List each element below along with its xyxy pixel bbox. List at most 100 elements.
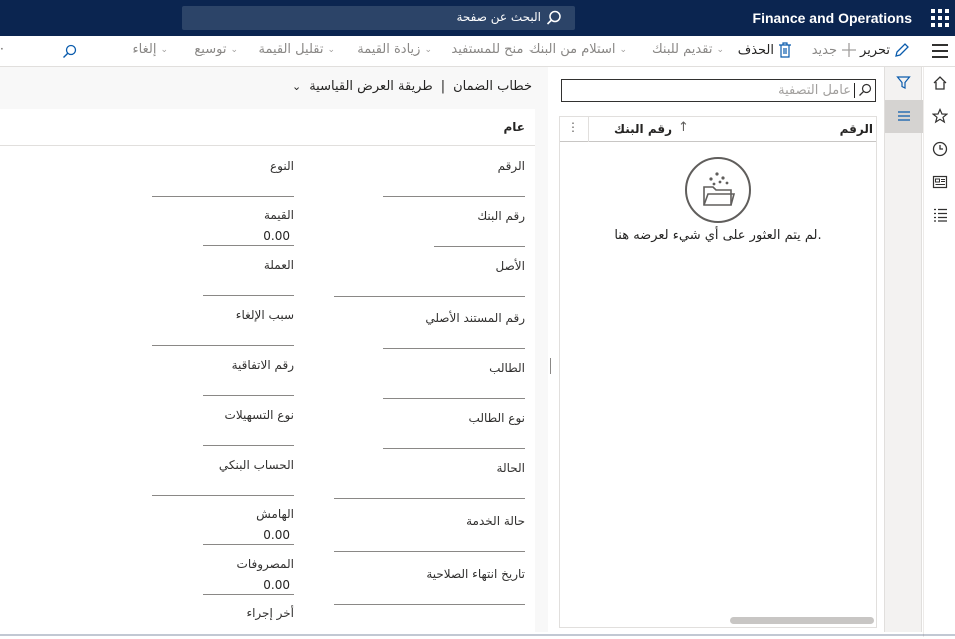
form-field: سبب الإلغاء: [152, 308, 294, 348]
grant-to-beneficiary-label: منح للمستفيد: [451, 42, 524, 57]
field-label: المصروفات: [236, 557, 294, 571]
horizontal-scrollbar[interactable]: [730, 617, 874, 624]
chevron-down-icon[interactable]: ⌄: [292, 80, 301, 93]
chevron-down-icon: ⌄: [230, 44, 238, 55]
submit-to-bank-button[interactable]: تقديم للبنك ⌄: [652, 42, 724, 57]
filter-input[interactable]: عامل التصفية: [561, 79, 876, 102]
form-field: الطالب: [383, 361, 525, 401]
new-label: جديد: [811, 42, 837, 58]
field-input[interactable]: [203, 428, 294, 446]
section-title[interactable]: عام: [504, 120, 526, 134]
text-cursor: [854, 83, 855, 98]
form-field: العملة: [203, 258, 294, 298]
modules-list-icon[interactable]: [932, 207, 948, 223]
pencil-icon: [895, 43, 909, 57]
new-button[interactable]: جديد: [812, 42, 857, 58]
field-input[interactable]: [203, 626, 294, 639]
chevron-down-icon: ⌄: [160, 44, 168, 55]
field-label: العملة: [263, 258, 294, 272]
field-input[interactable]: [334, 481, 525, 499]
list-icon: [898, 111, 910, 121]
field-label: حالة الخدمة: [466, 514, 525, 528]
field-input[interactable]: [152, 478, 294, 496]
star-icon[interactable]: [932, 108, 948, 124]
cancel-button[interactable]: إلغاء ⌄: [133, 42, 168, 57]
chevron-down-icon: ⌄: [716, 44, 724, 55]
list-pane: عامل التصفية الرقم ↑ رقم البنك ⋮ لم يتم …: [552, 67, 883, 632]
form-field: الحساب البنكي: [152, 458, 294, 498]
form-field: تاريخ انتهاء الصلاحية: [334, 567, 525, 607]
navigation-rail: [923, 67, 955, 637]
field-input[interactable]: [383, 431, 525, 449]
more-options-icon[interactable]: ·: [0, 42, 4, 56]
list-view-toggle[interactable]: [885, 100, 923, 133]
empty-state-message: لم يتم العثور على أي شيء لعرضه هنا.: [614, 228, 822, 243]
field-input[interactable]: [152, 328, 294, 346]
field-value: 0.00: [263, 229, 290, 243]
app-launcher-icon[interactable]: [931, 9, 949, 27]
field-label: رقم المستند الأصلي: [425, 311, 525, 325]
field-label: رقم الاتفاقية: [231, 358, 294, 372]
field-label: القيمة: [263, 208, 294, 222]
grant-to-beneficiary-button[interactable]: منح للمستفيد ⌄: [451, 42, 535, 57]
list-pane-toolbar: [884, 67, 923, 632]
top-navigation-bar: البحث عن صفحة Finance and Operations: [0, 0, 955, 36]
field-input[interactable]: [152, 179, 294, 197]
field-value: 0.00: [263, 578, 290, 592]
increase-value-button[interactable]: زيادة القيمة ⌄: [357, 42, 432, 57]
page-search-box[interactable]: البحث عن صفحة: [182, 6, 575, 30]
field-input[interactable]: [334, 534, 525, 552]
column-separator: [588, 117, 589, 142]
field-input[interactable]: 0.00: [203, 228, 294, 246]
form-field: المصروفات 0.00: [203, 557, 294, 597]
field-input[interactable]: [203, 278, 294, 296]
receive-from-bank-button[interactable]: استلام من البنك ⌄: [530, 42, 627, 57]
app-title[interactable]: Finance and Operations: [753, 10, 912, 26]
column-header-number[interactable]: الرقم: [840, 122, 873, 136]
field-label: نوع التسهيلات: [224, 408, 294, 422]
field-input[interactable]: [334, 279, 525, 297]
field-label: رقم البنك: [477, 209, 525, 223]
decrease-value-button[interactable]: تقليل القيمة ⌄: [258, 42, 335, 57]
extend-label: توسيع: [194, 42, 227, 57]
clock-icon[interactable]: [932, 141, 948, 157]
view-selector[interactable]: طريقة العرض القياسية: [309, 79, 433, 94]
form-field: رقم البنك: [434, 209, 525, 249]
column-header-bank-number[interactable]: رقم البنك: [614, 122, 672, 136]
edit-button[interactable]: تحرير: [860, 42, 910, 58]
grid-header: الرقم ↑ رقم البنك ⋮: [560, 117, 876, 142]
field-input[interactable]: [383, 331, 525, 349]
field-label: أخر إجراء: [246, 606, 294, 620]
field-label: الأصل: [495, 259, 525, 273]
field-input[interactable]: [383, 179, 525, 197]
general-fasttab: عام الرقم رقم البنك الأصل رقم المستند الأصل…: [0, 109, 535, 632]
page-title: خطاب الضمان: [453, 79, 532, 94]
delete-button[interactable]: الحذف: [738, 42, 792, 58]
plus-icon: [842, 43, 856, 57]
form-field: الرقم: [383, 159, 525, 199]
column-options-icon[interactable]: ⋮: [567, 120, 579, 134]
empty-folder-icon: [685, 157, 751, 223]
action-pane: تحرير جديد الحذف تقديم للبنك ⌄ استلام من…: [0, 36, 955, 67]
home-icon[interactable]: [932, 75, 948, 91]
field-input[interactable]: [383, 381, 525, 399]
filter-icon[interactable]: [896, 75, 911, 90]
search-icon[interactable]: [62, 44, 77, 59]
search-icon[interactable]: [858, 83, 872, 97]
breadcrumb-separator: |: [440, 79, 446, 94]
extend-button[interactable]: توسيع ⌄: [194, 42, 238, 57]
edit-label: تحرير: [860, 42, 890, 58]
chevron-down-icon: ⌄: [327, 44, 335, 55]
field-input[interactable]: 0.00: [203, 577, 294, 595]
sort-ascending-icon[interactable]: ↑: [678, 120, 689, 135]
field-input[interactable]: [203, 378, 294, 396]
field-input[interactable]: [334, 587, 525, 605]
hamburger-menu-icon[interactable]: [932, 44, 948, 58]
chevron-down-icon: ⌄: [619, 44, 627, 55]
field-label: الحالة: [496, 461, 525, 475]
field-input[interactable]: [434, 229, 525, 247]
field-input[interactable]: 0.00: [203, 527, 294, 545]
form-field: حالة الخدمة: [334, 514, 525, 554]
divider: [0, 145, 535, 146]
workspace-icon[interactable]: [932, 174, 948, 190]
